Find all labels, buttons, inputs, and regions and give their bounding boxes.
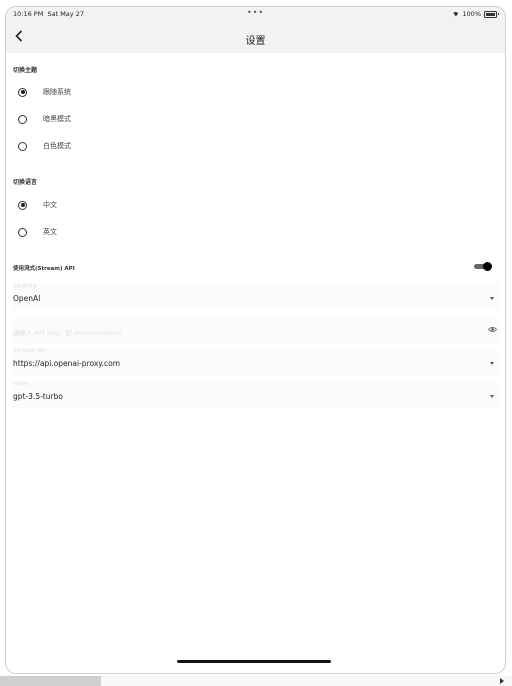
- api-key-placeholder: 请输入 API Key，如 sk-xxxxxxxxxx: [13, 329, 122, 337]
- wifi-icon: [452, 11, 460, 17]
- radio-label: 白色模式: [43, 142, 71, 150]
- eye-icon[interactable]: [488, 326, 497, 333]
- horizontal-scrollbar[interactable]: [0, 676, 512, 686]
- radio-unselected-icon: [18, 227, 27, 237]
- stream-api-label: 使用流式(Stream) API: [13, 266, 75, 272]
- base-url-select[interactable]: API Base URL https://api.openai-proxy.co…: [13, 348, 499, 375]
- radio-theme-dark[interactable]: 暗黑模式: [13, 110, 493, 128]
- radio-lang-english[interactable]: 英文: [13, 223, 493, 241]
- page-title: 设置: [245, 36, 266, 47]
- theme-section-header: 切换主题: [13, 67, 38, 74]
- battery-icon: [484, 10, 499, 18]
- dropdown-caret-icon: [490, 395, 494, 398]
- radio-unselected-icon: [18, 141, 27, 151]
- provider-value: OpenAI: [13, 294, 41, 303]
- status-time: 10:16 PM Sat May 27: [13, 10, 84, 18]
- provider-select[interactable]: API 提供商 OpenAI: [13, 283, 499, 310]
- base-url-label: API Base URL: [13, 348, 47, 354]
- radio-unselected-icon: [18, 114, 27, 124]
- navigation-bar: 设置: [6, 21, 505, 53]
- api-key-input[interactable]: 请输入 API Key，如 sk-xxxxxxxxxx: [13, 316, 499, 343]
- dropdown-caret-icon: [490, 362, 494, 365]
- device-frame: 10:16 PM Sat May 27 ••• 100% 设置 切换主题 跟随系…: [5, 6, 506, 674]
- radio-label: 暗黑模式: [43, 115, 71, 123]
- status-right: 100%: [452, 10, 499, 18]
- status-bar: 10:16 PM Sat May 27 ••• 100%: [6, 7, 505, 21]
- scroll-right-arrow-icon[interactable]: [500, 678, 504, 684]
- home-indicator[interactable]: [177, 660, 331, 663]
- radio-selected-icon: [18, 87, 27, 97]
- stream-api-toggle[interactable]: [474, 262, 492, 271]
- radio-label: 英文: [43, 228, 57, 236]
- radio-theme-light[interactable]: 白色模式: [13, 137, 493, 155]
- radio-theme-system[interactable]: 跟随系统: [13, 83, 493, 101]
- base-url-value: https://api.openai-proxy.com: [13, 359, 121, 368]
- multitask-dots[interactable]: •••: [247, 8, 264, 17]
- toggle-knob: [483, 262, 492, 271]
- radio-lang-chinese[interactable]: 中文: [13, 196, 493, 214]
- provider-label: API 提供商: [13, 284, 38, 290]
- model-select[interactable]: Model gpt-3.5-turbo: [13, 381, 499, 408]
- radio-selected-icon: [18, 200, 27, 210]
- language-section-header: 切换语言: [13, 179, 38, 186]
- radio-label: 跟随系统: [43, 88, 71, 96]
- model-label: Model: [13, 381, 29, 387]
- scrollbar-thumb[interactable]: [0, 676, 101, 686]
- radio-label: 中文: [43, 201, 57, 209]
- battery-percent: 100%: [462, 10, 481, 18]
- model-value: gpt-3.5-turbo: [13, 392, 63, 401]
- dropdown-caret-icon: [490, 297, 494, 300]
